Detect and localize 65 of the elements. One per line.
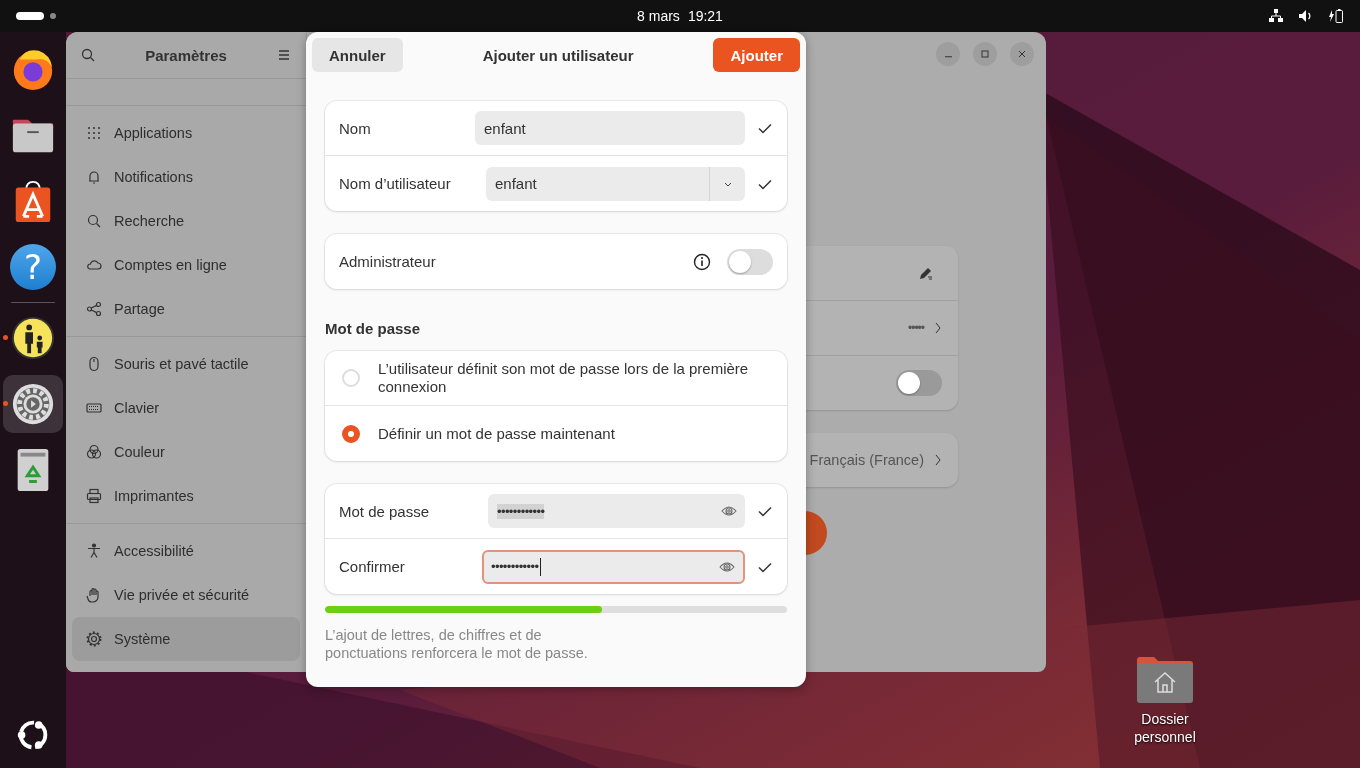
password-hint: L’ajout de lettres, de chiffres et de ponctuations renforcera le mot de passe. [325,626,589,662]
sidebar-title: Paramètres [145,46,227,64]
home-folder-icon[interactable] [1137,656,1193,704]
search-icon[interactable] [80,47,96,63]
family-icon[interactable] [10,315,56,361]
sidebar-item[interactable]: Notifications [72,155,300,199]
password-field[interactable]: •••••••••••• [488,494,745,528]
gear-icon [86,631,102,647]
close-icon [1017,49,1027,59]
keyboard-icon [86,400,102,416]
eye-icon[interactable] [721,503,737,519]
gear-icon[interactable] [10,381,56,427]
sidebar-item[interactable]: Recherche [72,199,300,243]
admin-toggle[interactable] [727,248,773,275]
clock[interactable]: 8 mars 19:21 [637,8,723,24]
activities-indicator[interactable] [16,12,44,20]
cloud-icon [86,257,102,273]
language-value: Français (France) [809,452,924,468]
radio-option[interactable]: L’utilisateur définit son mot de passe lors de la première connexion [325,351,787,406]
toggle-switch[interactable] [896,370,942,396]
search-icon [86,213,102,229]
radio-option[interactable]: Définir un mot de passe maintenant [325,406,787,461]
sidebar-item[interactable]: Partage [72,287,300,331]
field-label: Nom d’utilisateur [339,175,452,192]
sidebar-item[interactable]: Comptes en ligne [72,243,300,287]
minimize-icon [944,56,952,58]
bell-icon [86,169,102,185]
sidebar-item[interactable]: Accessibilité [72,529,300,573]
menu-icon[interactable] [276,47,292,63]
sidebar-item[interactable]: Couleur [72,430,300,474]
sidebar-item[interactable]: Applications [72,111,300,155]
printer-icon [86,488,102,504]
sidebar-item[interactable]: Souris et pavé tactile [72,342,300,386]
person-icon [86,543,102,559]
field-label: Mot de passe [339,502,431,520]
help-icon[interactable]: ? [10,244,56,290]
pencil-icon[interactable] [918,265,934,281]
hand-icon [86,587,102,603]
sidebar-item[interactable]: Vie privée et sécurité [72,573,300,617]
section-heading: Mot de passe [325,320,422,337]
workspace-dot[interactable] [50,13,56,19]
cancel-button[interactable]: Annuler [312,38,403,72]
sidebar-item[interactable]: Système [72,617,300,661]
field-label: Confirmer [339,558,406,575]
maximize-icon [980,49,990,59]
battery-icon[interactable] [1328,8,1344,24]
info-icon[interactable] [693,252,711,271]
password-field[interactable]: •••••••••••• [482,549,745,584]
circles-icon [86,444,102,460]
chevron-icon[interactable] [934,452,942,468]
chevron-icon[interactable] [934,320,942,336]
sidebar-item[interactable]: Imprimantes [72,474,300,518]
mouse-icon [86,356,102,372]
add-button[interactable]: Ajouter [713,38,800,72]
password-dots: ••••• [908,321,924,335]
dialog-title: Ajouter un utilisateur [482,46,634,64]
share-icon [86,301,102,317]
field-label: Nom [339,119,372,137]
field-label: Administrateur [339,253,437,270]
name-field[interactable]: enfant [475,111,745,145]
grid-icon [86,125,102,141]
network-icon[interactable] [1268,8,1284,24]
username-combo[interactable]: enfant [486,166,745,201]
desktop-icon-label[interactable]: Dossier personnel [1130,710,1200,746]
sidebar-item[interactable]: Clavier [72,386,300,430]
